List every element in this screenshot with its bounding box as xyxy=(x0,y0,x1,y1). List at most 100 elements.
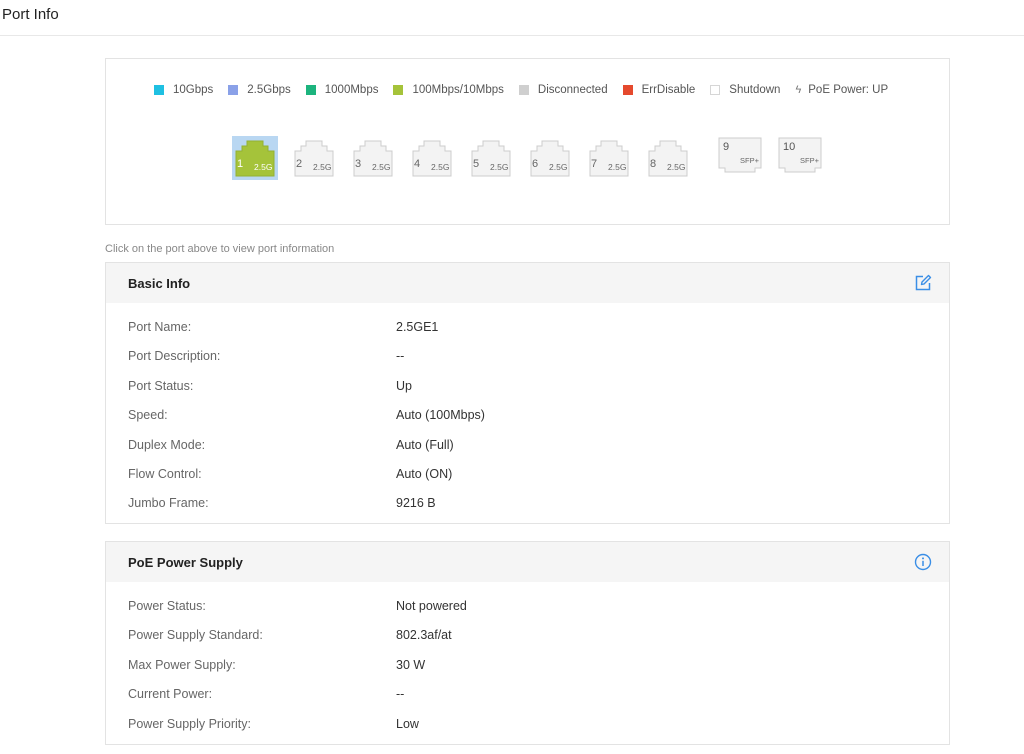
port-speed: 2.5G xyxy=(549,162,568,172)
row-value: Up xyxy=(396,378,412,393)
edit-icon[interactable] xyxy=(914,274,932,292)
info-row-speed: Speed: Auto (100Mbps) xyxy=(106,401,949,430)
port-2[interactable]: 2 2.5G xyxy=(291,136,337,180)
port-number: 8 xyxy=(650,158,657,170)
port-5[interactable]: 5 2.5G xyxy=(468,136,514,180)
port-3[interactable]: 3 2.5G xyxy=(350,136,396,180)
legend-label: Disconnected xyxy=(537,84,608,96)
info-row-power-supply-standard: Power Supply Standard: 802.3af/at xyxy=(106,621,949,650)
port-number: 3 xyxy=(355,158,362,170)
row-label: Duplex Mode: xyxy=(128,437,206,452)
info-row-port-name: Port Name: 2.5GE1 xyxy=(106,313,949,342)
port-number: 2 xyxy=(296,158,303,170)
port-6[interactable]: 6 2.5G xyxy=(527,136,573,180)
row-value: -- xyxy=(396,349,405,364)
basic-info-title: Basic Info xyxy=(128,276,191,291)
port-7[interactable]: 7 2.5G xyxy=(586,136,632,180)
legend-swatch xyxy=(710,85,721,95)
legend-item-10gbps: 10Gbps xyxy=(154,84,213,96)
port-speed: 2.5G xyxy=(313,162,332,172)
port-legend: 10Gbps 2.5Gbps 1000Mbps 100Mbps/10Mbps D… xyxy=(154,82,903,98)
port-number: 5 xyxy=(473,158,480,170)
row-value: Auto (Full) xyxy=(396,437,454,452)
info-row-current-power: Current Power: -- xyxy=(106,680,949,709)
port-number: 6 xyxy=(532,158,539,170)
info-row-power-supply-priority: Power Supply Priority: Low xyxy=(106,710,949,739)
legend-item-shutdown: Shutdown xyxy=(710,84,780,96)
row-label: Jumbo Frame: xyxy=(128,496,209,511)
port-hint-text: Click on the port above to view port inf… xyxy=(105,243,335,255)
legend-item-1000mbps: 1000Mbps xyxy=(305,84,379,96)
info-row-max-power-supply: Max Power Supply: 30 W xyxy=(106,651,949,680)
port-number: 10 xyxy=(783,141,796,153)
row-value: -- xyxy=(396,687,405,702)
port-8[interactable]: 8 2.5G xyxy=(645,136,691,180)
port-number: 9 xyxy=(723,141,730,153)
sfp-port-9[interactable]: 9 SFP+ xyxy=(718,137,762,175)
basic-info-rows: Port Name: 2.5GE1 Port Description: -- P… xyxy=(106,303,949,519)
lightning-icon: ϟ xyxy=(795,84,802,96)
port-speed: 2.5G xyxy=(608,162,627,172)
legend-item-100mbps: 100Mbps/10Mbps xyxy=(393,84,504,96)
row-label: Max Power Supply: xyxy=(128,657,236,672)
info-row-port-status: Port Status: Up xyxy=(106,372,949,401)
info-row-flow-control: Flow Control: Auto (ON) xyxy=(106,460,949,489)
sfp-label: SFP+ xyxy=(740,156,759,165)
row-value: Not powered xyxy=(396,599,467,613)
row-label: Power Status: xyxy=(128,599,206,613)
row-label: Port Status: xyxy=(128,378,194,393)
basic-info-card: Basic Info Port Name: 2.5GE1 Port Descri… xyxy=(105,262,950,524)
page-title: Port Info xyxy=(2,6,59,23)
row-label: Speed: xyxy=(128,408,168,423)
port-1[interactable]: 1 2.5G xyxy=(232,136,278,180)
poe-power-supply-card: PoE Power Supply Power Status: Not power… xyxy=(105,541,950,745)
row-value: Auto (ON) xyxy=(396,466,453,481)
legend-swatch xyxy=(154,85,164,95)
row-label: Flow Control: xyxy=(128,466,202,481)
legend-label: 2.5Gbps xyxy=(247,84,291,96)
port-4[interactable]: 4 2.5G xyxy=(409,136,455,180)
legend-item-poe: ϟ PoE Power: UP xyxy=(795,84,888,96)
port-number: 4 xyxy=(414,158,421,170)
legend-label: 10Gbps xyxy=(173,84,214,96)
port-speed: 2.5G xyxy=(431,162,450,172)
info-icon[interactable] xyxy=(914,553,932,571)
row-label: Port Description: xyxy=(128,349,221,364)
page-header: Port Info xyxy=(0,0,1024,36)
row-value: 802.3af/at xyxy=(396,628,452,643)
port-speed: 2.5G xyxy=(490,162,509,172)
row-label: Power Supply Standard: xyxy=(128,628,263,643)
port-panel: 10Gbps 2.5Gbps 1000Mbps 100Mbps/10Mbps D… xyxy=(105,58,950,225)
legend-swatch xyxy=(622,85,633,95)
info-row-power-status: Power Status: Not powered xyxy=(106,592,949,621)
sfp-port-10[interactable]: 10 SFP+ xyxy=(778,137,822,175)
legend-swatch xyxy=(305,85,316,95)
row-value: 9216 B xyxy=(396,496,436,511)
row-value: Auto (100Mbps) xyxy=(396,408,485,423)
poe-title: PoE Power Supply xyxy=(128,555,243,570)
info-row-duplex-mode: Duplex Mode: Auto (Full) xyxy=(106,431,949,460)
row-label: Power Supply Priority: xyxy=(128,716,251,731)
legend-label: 100Mbps/10Mbps xyxy=(412,84,504,96)
poe-rows: Power Status: Not powered Power Supply S… xyxy=(106,582,949,739)
port-speed: 2.5G xyxy=(667,162,686,172)
port-speed: 2.5G xyxy=(254,162,273,172)
legend-item-errdisable: ErrDisable xyxy=(622,84,696,96)
legend-swatch xyxy=(393,85,404,95)
row-value: 30 W xyxy=(396,657,426,672)
legend-item-disconnected: Disconnected xyxy=(518,84,608,96)
legend-swatch xyxy=(228,85,239,95)
basic-info-header: Basic Info xyxy=(106,263,949,303)
legend-label: 1000Mbps xyxy=(324,84,379,96)
legend-label: ErrDisable xyxy=(641,84,696,96)
port-number: 7 xyxy=(591,158,598,170)
sfp-label: SFP+ xyxy=(800,156,819,165)
info-row-port-description: Port Description: -- xyxy=(106,342,949,371)
legend-item-2-5gbps: 2.5Gbps xyxy=(228,84,291,96)
row-value: 2.5GE1 xyxy=(396,320,439,334)
poe-header: PoE Power Supply xyxy=(106,542,949,582)
row-value: Low xyxy=(396,716,419,731)
legend-label: PoE Power: UP xyxy=(808,84,889,96)
legend-label: Shutdown xyxy=(729,84,781,96)
port-number: 1 xyxy=(237,158,244,170)
